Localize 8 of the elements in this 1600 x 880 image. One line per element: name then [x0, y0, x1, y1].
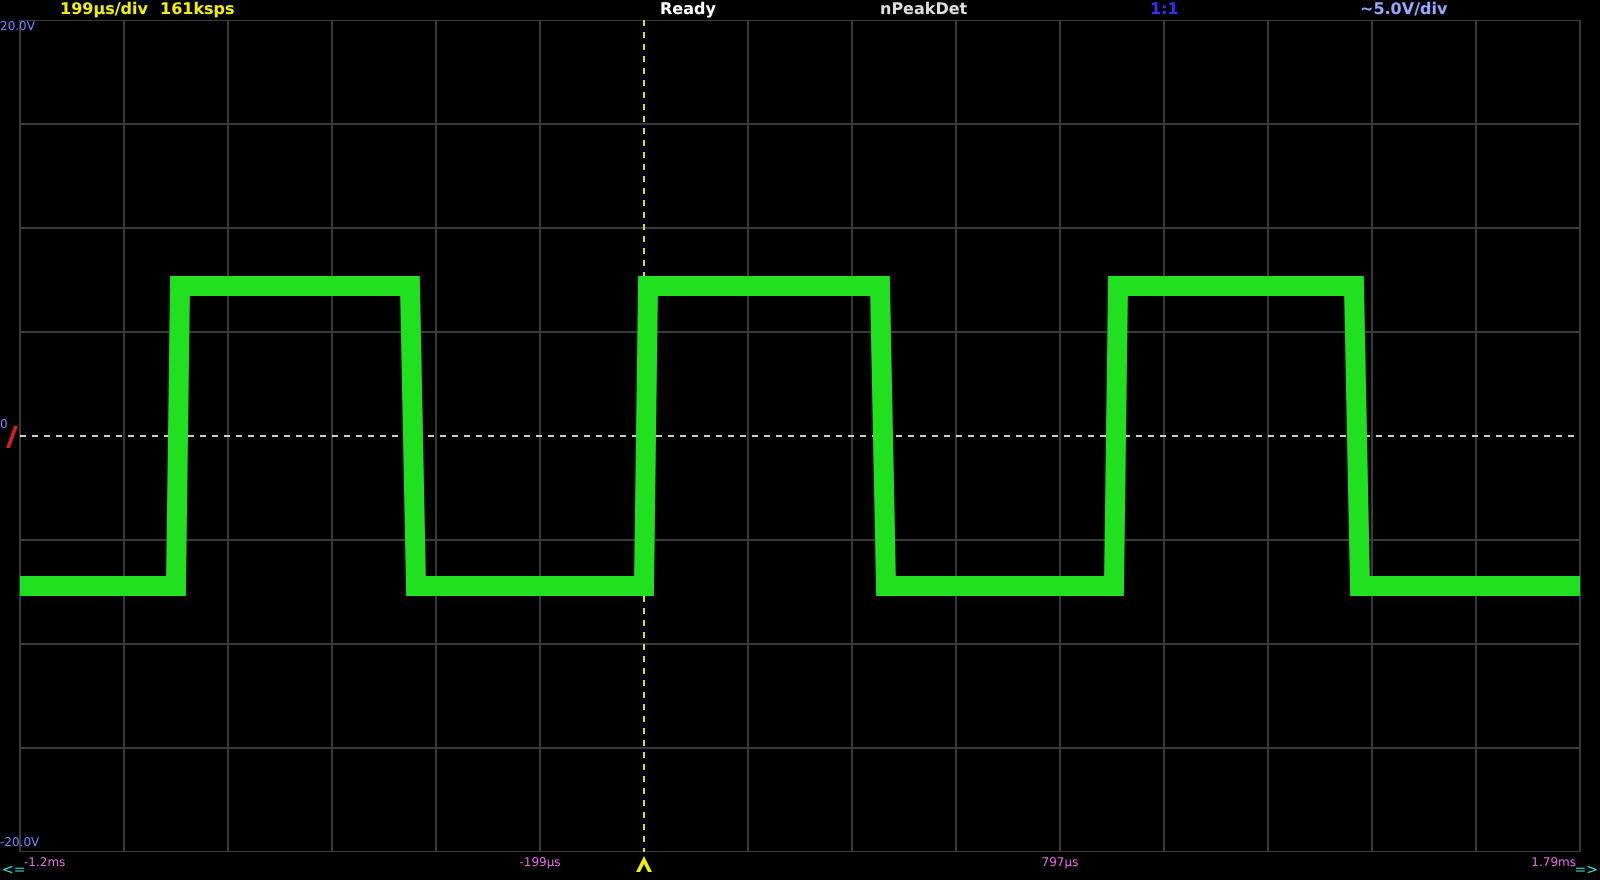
- ground-marker-icon: [6, 426, 18, 448]
- vertical-scale-readout: ~5.0V/div: [1360, 0, 1450, 20]
- probe-ratio: 1:1: [1150, 0, 1181, 20]
- trigger-position-icon: [636, 856, 652, 872]
- sample-rate-readout: 161ksps: [160, 0, 237, 20]
- timebase-readout: 199µs/div: [60, 0, 150, 20]
- acquisition-mode: nPeakDet: [880, 0, 970, 20]
- acquisition-state: Ready: [660, 0, 718, 20]
